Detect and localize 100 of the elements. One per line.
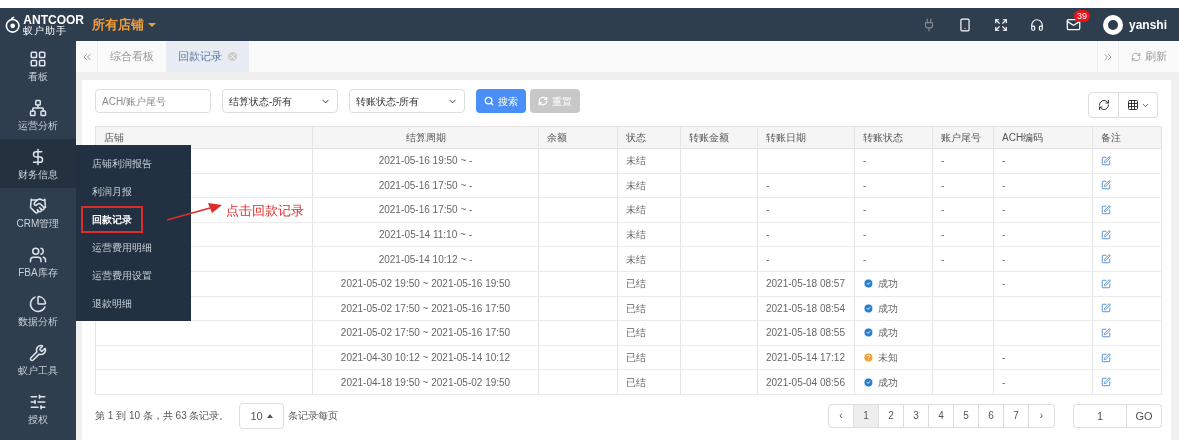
transfer-status-text: 成功	[878, 277, 898, 292]
plug-icon[interactable]	[922, 17, 936, 32]
edit-icon[interactable]	[1101, 278, 1111, 289]
page-button[interactable]: 3	[904, 404, 929, 427]
sliders-icon	[29, 392, 47, 411]
page-button[interactable]: 4	[929, 404, 954, 427]
handshake-icon	[29, 196, 47, 215]
sidebar-item[interactable]: FBA库存	[0, 237, 76, 286]
account-tail-text: -	[941, 154, 945, 169]
ach-code-text: -	[1002, 178, 1006, 193]
edit-icon[interactable]	[1101, 205, 1111, 215]
sidebar-item[interactable]: 看板	[0, 41, 76, 90]
page-size-dropdown[interactable]: 10	[239, 402, 284, 429]
period-text: 2021-05-16 17:50 ~ -	[378, 203, 473, 218]
notification-badge: 39	[1073, 10, 1090, 22]
column-header[interactable]: 余额	[547, 130, 567, 145]
edit-icon[interactable]	[1101, 352, 1111, 363]
status-text: 未结	[626, 228, 646, 243]
page-button[interactable]: 7	[1004, 404, 1029, 427]
annotation-text: 点击回款记录	[226, 202, 304, 221]
page-size-label: 条记录每页	[287, 409, 338, 424]
settle-status-select[interactable]: 结算状态-所有	[222, 89, 338, 113]
column-header[interactable]: 状态	[626, 130, 646, 145]
sidebar-item[interactable]: 财务信息	[0, 139, 76, 188]
refresh-icon	[1097, 99, 1110, 111]
go-button[interactable]: GO	[1127, 403, 1162, 428]
logo-text: ANTCOOR	[23, 13, 84, 26]
phone-icon[interactable]	[958, 17, 972, 32]
page-input[interactable]: 1	[1073, 403, 1127, 428]
sidebar-item[interactable]: 授权	[0, 384, 76, 433]
status-text: 未结	[626, 252, 646, 267]
transfer-status-text: -	[863, 228, 867, 243]
submenu-item[interactable]: 退款明细	[81, 289, 143, 317]
transfer-status-text: -	[863, 178, 867, 193]
transfer-status-text: -	[863, 154, 867, 169]
columns-button[interactable]	[1119, 92, 1158, 118]
fullscreen-icon[interactable]	[994, 17, 1008, 32]
edit-icon[interactable]	[1101, 155, 1111, 166]
period-text: 2021-05-16 17:50 ~ -	[378, 178, 473, 193]
date-text: 2021-05-04 08:56	[766, 375, 845, 390]
column-header[interactable]: 备注	[1101, 130, 1121, 145]
account-tail-text: -	[941, 252, 945, 267]
sidebar-item[interactable]: 数据分析	[0, 286, 76, 335]
submenu-item[interactable]: 利润月报	[81, 177, 143, 205]
column-header[interactable]: 转账金额	[689, 130, 729, 145]
next-page-button[interactable]: ›	[1029, 404, 1054, 427]
sidebar-item[interactable]: 运营分析	[0, 90, 76, 139]
edit-icon[interactable]	[1101, 377, 1111, 388]
search-field[interactable]: ACH/账户尾号	[95, 89, 211, 113]
column-header[interactable]: 转账状态	[863, 130, 903, 145]
column-header[interactable]: 结算周期	[405, 130, 446, 145]
page-button[interactable]: 6	[979, 404, 1004, 427]
refresh-icon	[538, 96, 548, 106]
column-header[interactable]: 转账日期	[766, 130, 806, 145]
status-text: 已结	[626, 375, 646, 390]
submenu-item[interactable]: 运营费用设置	[81, 261, 163, 289]
date-text: -	[766, 178, 770, 193]
refresh-icon	[1131, 51, 1141, 62]
edit-icon[interactable]	[1101, 180, 1111, 191]
headset-icon[interactable]	[1030, 17, 1044, 32]
page-button[interactable]: 2	[879, 404, 904, 427]
submenu-item[interactable]: 运营费用明细	[81, 233, 163, 261]
column-header[interactable]: 账户尾号	[941, 130, 981, 145]
page-button[interactable]: 5	[954, 404, 979, 427]
status-text: 未结	[626, 178, 646, 193]
date-text: 2021-05-14 17:12	[766, 351, 845, 366]
mail-icon[interactable]	[1066, 17, 1081, 32]
user-name: yanshi	[1129, 16, 1167, 34]
period-text: 2021-05-14 11:10 ~ -	[379, 228, 472, 243]
ach-code-text: -	[1002, 375, 1006, 390]
period-text: 2021-05-16 19:50 ~ -	[378, 154, 473, 169]
status-text: 未结	[626, 203, 646, 218]
scroll-right-button[interactable]	[1097, 41, 1119, 72]
transfer-status-select[interactable]: 转账状态-所有	[349, 89, 465, 113]
sidebar-item[interactable]: 蚁户工具	[0, 335, 76, 384]
check-icon	[863, 278, 874, 290]
edit-icon[interactable]	[1101, 327, 1111, 338]
wrench-icon	[29, 343, 47, 362]
edit-icon[interactable]	[1101, 254, 1111, 265]
tab[interactable]: 回款记录	[166, 41, 249, 72]
ach-code-text: -	[1002, 277, 1006, 292]
submenu-item[interactable]: 店铺利润报告	[81, 149, 163, 177]
account-tail-text: -	[941, 203, 945, 218]
edit-icon[interactable]	[1101, 303, 1111, 314]
check-icon	[863, 376, 874, 388]
ach-code-text: -	[1002, 228, 1006, 243]
close-icon[interactable]	[228, 52, 237, 61]
sidebar-item[interactable]: CRM管理	[0, 188, 76, 237]
logo-subtitle: 蚁户助手	[23, 25, 69, 36]
edit-icon[interactable]	[1101, 229, 1111, 240]
status-text: 已结	[626, 301, 646, 316]
store-dropdown[interactable]: 所有店铺	[92, 14, 156, 35]
column-header[interactable]: 店铺	[104, 130, 124, 145]
avatar[interactable]	[1103, 14, 1123, 35]
page-button[interactable]: 1	[854, 404, 879, 427]
reload-button[interactable]	[1088, 92, 1119, 118]
search-icon	[484, 96, 494, 106]
submenu-item[interactable]: 回款记录	[81, 205, 143, 233]
column-header[interactable]: ACH编码	[1002, 130, 1044, 145]
transfer-status-text: 未知	[878, 351, 898, 366]
